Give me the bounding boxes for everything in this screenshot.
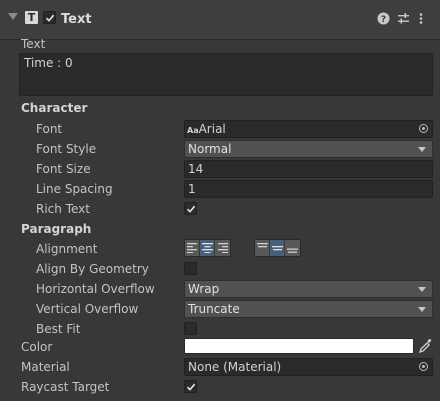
raycast-target-checkbox[interactable] [184, 380, 197, 393]
dropdown-arrow-icon [418, 307, 426, 312]
vertical-overflow-label: Vertical Overflow [36, 302, 139, 316]
dropdown-arrow-icon [418, 147, 426, 152]
text-component-icon: T [25, 11, 38, 24]
horizontal-overflow-value: Wrap [188, 282, 220, 296]
paragraph-heading: Paragraph [21, 222, 92, 236]
svg-text:?: ? [381, 15, 386, 25]
horizontal-alignment-group [184, 239, 231, 257]
vertical-overflow-dropdown[interactable]: Truncate [184, 300, 433, 318]
raycast-target-label: Raycast Target [21, 380, 110, 394]
best-fit-checkbox[interactable] [184, 322, 197, 335]
vertical-overflow-value: Truncate [188, 302, 240, 316]
component-title: Text [61, 12, 92, 27]
font-size-label: Font Size [36, 162, 91, 176]
component-enabled-checkbox[interactable] [43, 11, 56, 24]
font-object-field[interactable]: AaArial [184, 120, 433, 138]
line-spacing-field[interactable]: 1 [184, 180, 433, 198]
align-top-button[interactable] [255, 240, 270, 256]
object-picker-icon[interactable] [415, 359, 432, 375]
material-value: None (Material) [188, 360, 282, 374]
text-label: Text [21, 37, 46, 51]
align-by-geometry-checkbox[interactable] [184, 262, 197, 275]
horizontal-overflow-dropdown[interactable]: Wrap [184, 280, 433, 298]
font-style-dropdown[interactable]: Normal [184, 140, 433, 158]
font-style-value: Normal [188, 142, 232, 156]
text-component-inspector: T Text ? Text Time : 0 Character Font Aa… [0, 0, 440, 401]
character-heading: Character [21, 101, 88, 115]
more-icon[interactable] [418, 12, 431, 25]
object-picker-icon[interactable] [415, 121, 432, 137]
rich-text-label: Rich Text [36, 202, 90, 216]
font-label: Font [36, 122, 63, 136]
align-left-button[interactable] [185, 240, 200, 256]
rich-text-checkbox[interactable] [184, 202, 197, 215]
font-style-label: Font Style [36, 142, 97, 156]
component-header[interactable]: T Text ? [0, 0, 440, 40]
color-swatch-field[interactable] [184, 338, 414, 354]
eyedropper-icon[interactable] [418, 338, 432, 354]
alignment-label: Alignment [36, 242, 98, 256]
align-center-button[interactable] [200, 240, 215, 256]
material-object-field[interactable]: None (Material) [184, 358, 433, 376]
color-label: Color [21, 340, 53, 354]
presets-icon[interactable] [397, 12, 410, 25]
dropdown-arrow-icon [418, 287, 426, 292]
align-bottom-button[interactable] [285, 240, 300, 256]
material-label: Material [21, 360, 70, 374]
line-spacing-label: Line Spacing [36, 182, 113, 196]
align-by-geometry-label: Align By Geometry [36, 262, 149, 276]
font-size-field[interactable]: 14 [184, 160, 433, 178]
text-value-area[interactable]: Time : 0 [19, 53, 433, 96]
horizontal-overflow-label: Horizontal Overflow [36, 282, 155, 296]
font-asset-icon: Aa [187, 126, 199, 135]
align-middle-button[interactable] [270, 240, 285, 256]
foldout-arrow-icon[interactable] [8, 13, 18, 20]
best-fit-label: Best Fit [36, 322, 81, 336]
align-right-button[interactable] [215, 240, 230, 256]
vertical-alignment-group [254, 239, 301, 257]
help-icon[interactable]: ? [377, 12, 390, 25]
font-value: Arial [198, 122, 226, 136]
